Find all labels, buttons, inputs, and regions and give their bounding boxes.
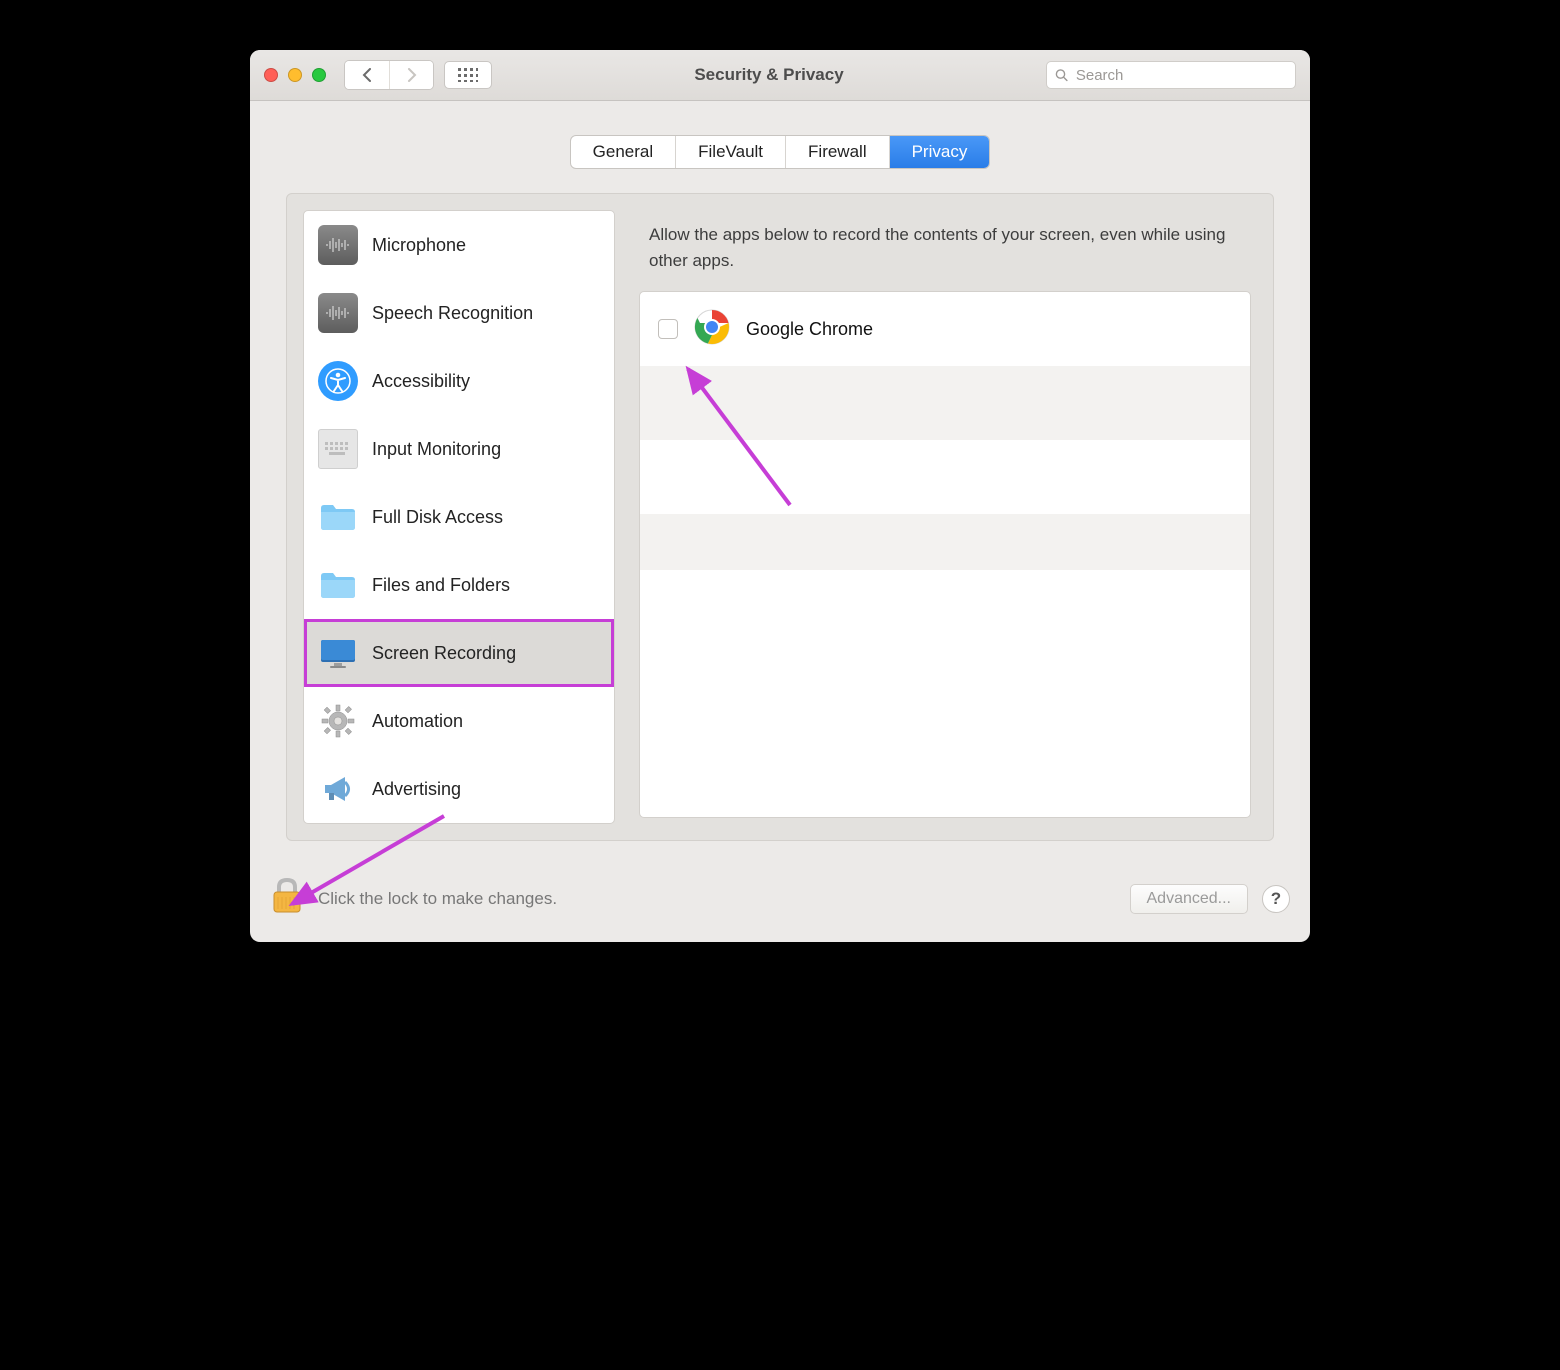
keyboard-icon xyxy=(318,429,358,469)
sidebar-item-screen-recording[interactable]: Screen Recording xyxy=(304,619,614,687)
app-row-empty xyxy=(640,440,1250,514)
megaphone-icon xyxy=(318,769,358,809)
minimize-window-button[interactable] xyxy=(288,68,302,82)
sidebar-item-label: Automation xyxy=(372,711,463,732)
advanced-button[interactable]: Advanced... xyxy=(1130,884,1249,914)
tab-firewall[interactable]: Firewall xyxy=(785,136,889,168)
app-row-empty xyxy=(640,366,1250,440)
app-checkbox[interactable] xyxy=(658,319,678,339)
sidebar-item-label: Accessibility xyxy=(372,371,470,392)
privacy-sidebar[interactable]: Microphone Speech Recognition Accessibil… xyxy=(303,210,615,824)
folder-icon xyxy=(318,497,358,537)
forward-button[interactable] xyxy=(389,61,433,89)
back-button[interactable] xyxy=(345,61,389,89)
tabs-row: General FileVault Firewall Privacy xyxy=(286,135,1274,169)
monitor-icon xyxy=(318,633,358,673)
grid-icon xyxy=(458,68,478,82)
search-icon xyxy=(1055,68,1068,82)
sidebar-item-microphone[interactable]: Microphone xyxy=(304,211,614,279)
preferences-window: Security & Privacy General FileVault Fir… xyxy=(250,50,1310,942)
sidebar-item-speech-recognition[interactable]: Speech Recognition xyxy=(304,279,614,347)
window-controls xyxy=(264,68,326,82)
folder-icon xyxy=(318,565,358,605)
chevron-right-icon xyxy=(407,68,417,82)
lock-icon[interactable] xyxy=(270,877,304,920)
sidebar-item-advertising[interactable]: Advertising xyxy=(304,755,614,823)
privacy-description: Allow the apps below to record the conte… xyxy=(639,220,1251,291)
titlebar: Security & Privacy xyxy=(250,50,1310,101)
sidebar-item-label: Screen Recording xyxy=(372,643,516,664)
sidebar-item-label: Input Monitoring xyxy=(372,439,501,460)
sidebar-item-accessibility[interactable]: Accessibility xyxy=(304,347,614,415)
sidebar-item-label: Speech Recognition xyxy=(372,303,533,324)
sidebar-item-full-disk-access[interactable]: Full Disk Access xyxy=(304,483,614,551)
search-input[interactable] xyxy=(1074,66,1287,85)
nav-back-forward xyxy=(344,60,434,90)
tab-strip: General FileVault Firewall Privacy xyxy=(570,135,991,169)
content-area: General FileVault Firewall Privacy Micro… xyxy=(250,101,1310,857)
privacy-detail: Allow the apps below to record the conte… xyxy=(633,210,1257,824)
speech-icon xyxy=(318,293,358,333)
sidebar-item-automation[interactable]: Automation xyxy=(304,687,614,755)
tab-privacy[interactable]: Privacy xyxy=(889,136,990,168)
sidebar-item-files-and-folders[interactable]: Files and Folders xyxy=(304,551,614,619)
sidebar-item-label: Files and Folders xyxy=(372,575,510,596)
sidebar-item-label: Full Disk Access xyxy=(372,507,503,528)
zoom-window-button[interactable] xyxy=(312,68,326,82)
search-field-wrap[interactable] xyxy=(1046,61,1296,89)
window-title: Security & Privacy xyxy=(492,65,1046,85)
app-row-empty xyxy=(640,514,1250,570)
tab-filevault[interactable]: FileVault xyxy=(675,136,785,168)
chrome-icon xyxy=(694,309,730,350)
tab-general[interactable]: General xyxy=(571,136,675,168)
sidebar-item-input-monitoring[interactable]: Input Monitoring xyxy=(304,415,614,483)
microphone-icon xyxy=(318,225,358,265)
sidebar-item-label: Microphone xyxy=(372,235,466,256)
sidebar-item-label: Advertising xyxy=(372,779,461,800)
app-name: Google Chrome xyxy=(746,319,873,340)
help-button[interactable]: ? xyxy=(1262,885,1290,913)
show-all-button[interactable] xyxy=(444,61,492,89)
privacy-panel: Microphone Speech Recognition Accessibil… xyxy=(286,193,1274,841)
close-window-button[interactable] xyxy=(264,68,278,82)
chevron-left-icon xyxy=(362,68,372,82)
app-list[interactable]: Google Chrome xyxy=(639,291,1251,818)
lock-hint-text: Click the lock to make changes. xyxy=(318,889,557,909)
gear-icon xyxy=(318,701,358,741)
accessibility-icon xyxy=(318,361,358,401)
footer: Click the lock to make changes. Advanced… xyxy=(250,857,1310,942)
app-row[interactable]: Google Chrome xyxy=(640,292,1250,366)
